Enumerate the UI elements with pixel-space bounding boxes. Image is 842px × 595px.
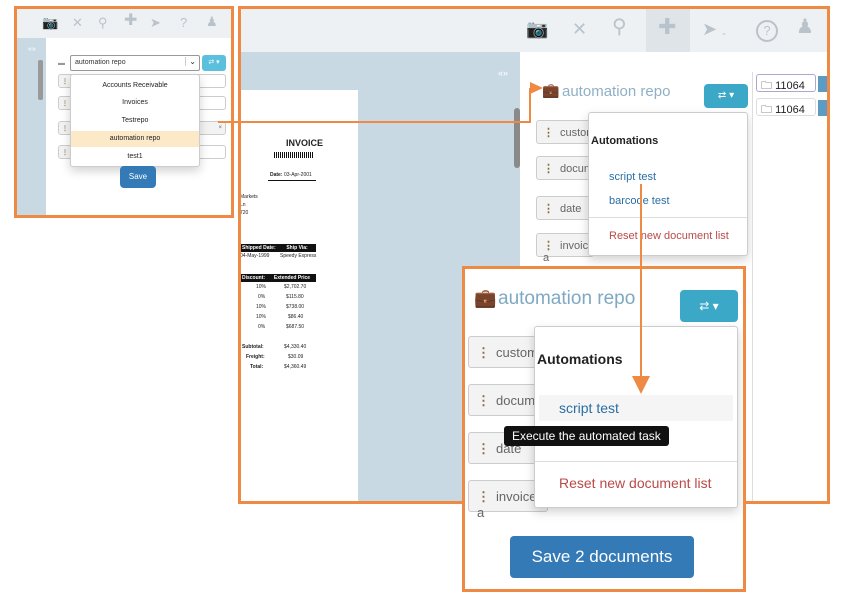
callout-arrows — [218, 82, 650, 394]
arrow-to-repo-title — [218, 88, 531, 123]
arrowhead — [632, 376, 650, 394]
arrowhead — [530, 82, 543, 94]
